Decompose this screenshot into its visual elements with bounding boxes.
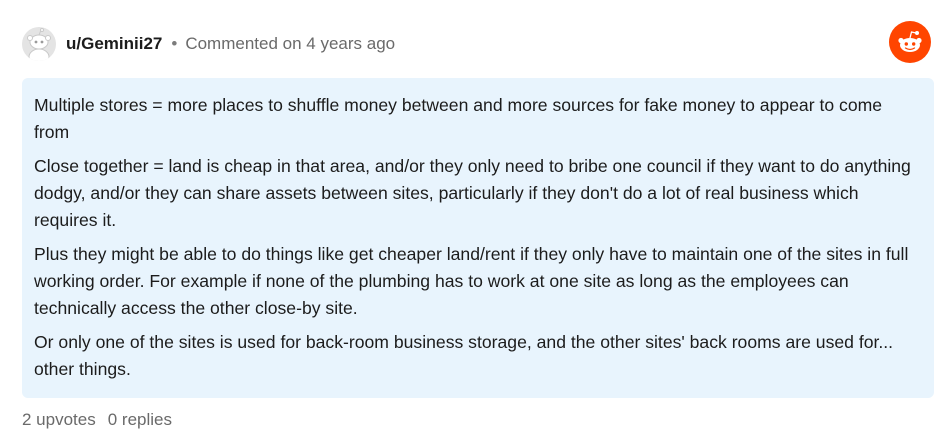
meta-separator: • [171, 34, 178, 53]
reddit-logo[interactable] [889, 21, 931, 63]
comment-body: Multiple stores = more places to shuffle… [22, 78, 934, 398]
comment-timestamp: Commented on 4 years ago [185, 34, 396, 53]
comment-paragraph: Plus they might be able to do things lik… [34, 244, 909, 318]
snoo-avatar-icon [22, 27, 56, 61]
comment-footer: 2 upvotes 0 replies [22, 410, 172, 430]
user-avatar[interactable] [22, 27, 56, 61]
comment-card: u/Geminii27 • Commented on 4 years ago M… [0, 0, 952, 448]
reply-count[interactable]: 0 replies [108, 410, 172, 430]
comment-header: u/Geminii27 • Commented on 4 years ago [22, 26, 395, 62]
upvote-count[interactable]: 2 upvotes [22, 410, 96, 430]
reddit-logo-icon [898, 31, 922, 52]
comment-paragraph: Close together = land is cheap in that a… [34, 156, 911, 230]
comment-paragraph: Multiple stores = more places to shuffle… [34, 95, 883, 142]
comment-paragraph: Or only one of the sites is used for bac… [34, 332, 894, 379]
comment-username[interactable]: u/Geminii27 [66, 34, 162, 54]
